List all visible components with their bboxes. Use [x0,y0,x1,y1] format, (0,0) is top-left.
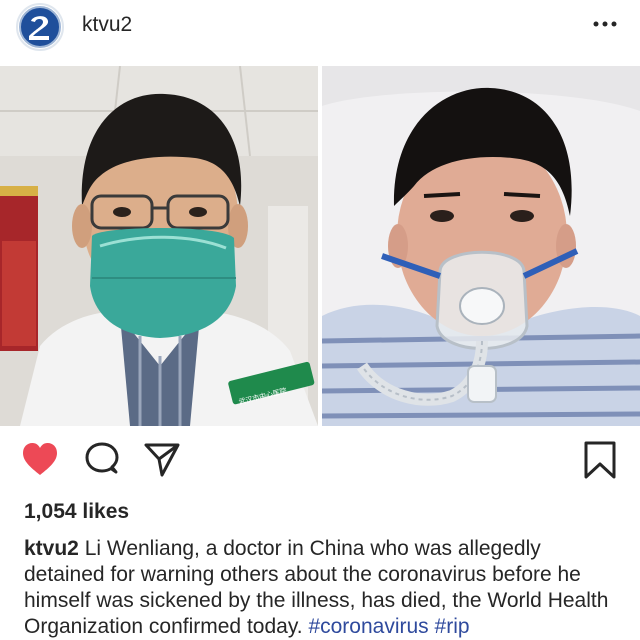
heart-filled-icon[interactable] [20,440,60,480]
ktvu2-logo-icon [19,6,61,48]
bookmark-icon[interactable] [580,440,620,480]
post-image[interactable]: 武汉市中心医院 [0,66,640,426]
photo-doctor-hospital-bed [322,66,640,426]
send-icon[interactable] [142,440,182,480]
more-options-icon[interactable] [590,12,620,36]
caption-username[interactable]: ktvu2 [24,537,79,560]
post-caption: ktvu2 Li Wenliang, a doctor in China who… [24,536,620,640]
likes-count[interactable]: 1,054 likes [24,500,129,524]
post-actions [0,440,640,488]
avatar[interactable] [16,3,64,51]
comment-icon[interactable] [82,440,122,480]
hashtag-link[interactable]: #rip [435,615,470,638]
patient-portrait-illustration [322,66,640,426]
post-username[interactable]: ktvu2 [82,13,132,37]
photo-doctor-masked: 武汉市中心医院 [0,66,318,426]
hashtag-link[interactable]: #coronavirus [308,615,428,638]
post-header: ktvu2 [0,0,640,66]
doctor-portrait-illustration: 武汉市中心医院 [0,66,318,426]
